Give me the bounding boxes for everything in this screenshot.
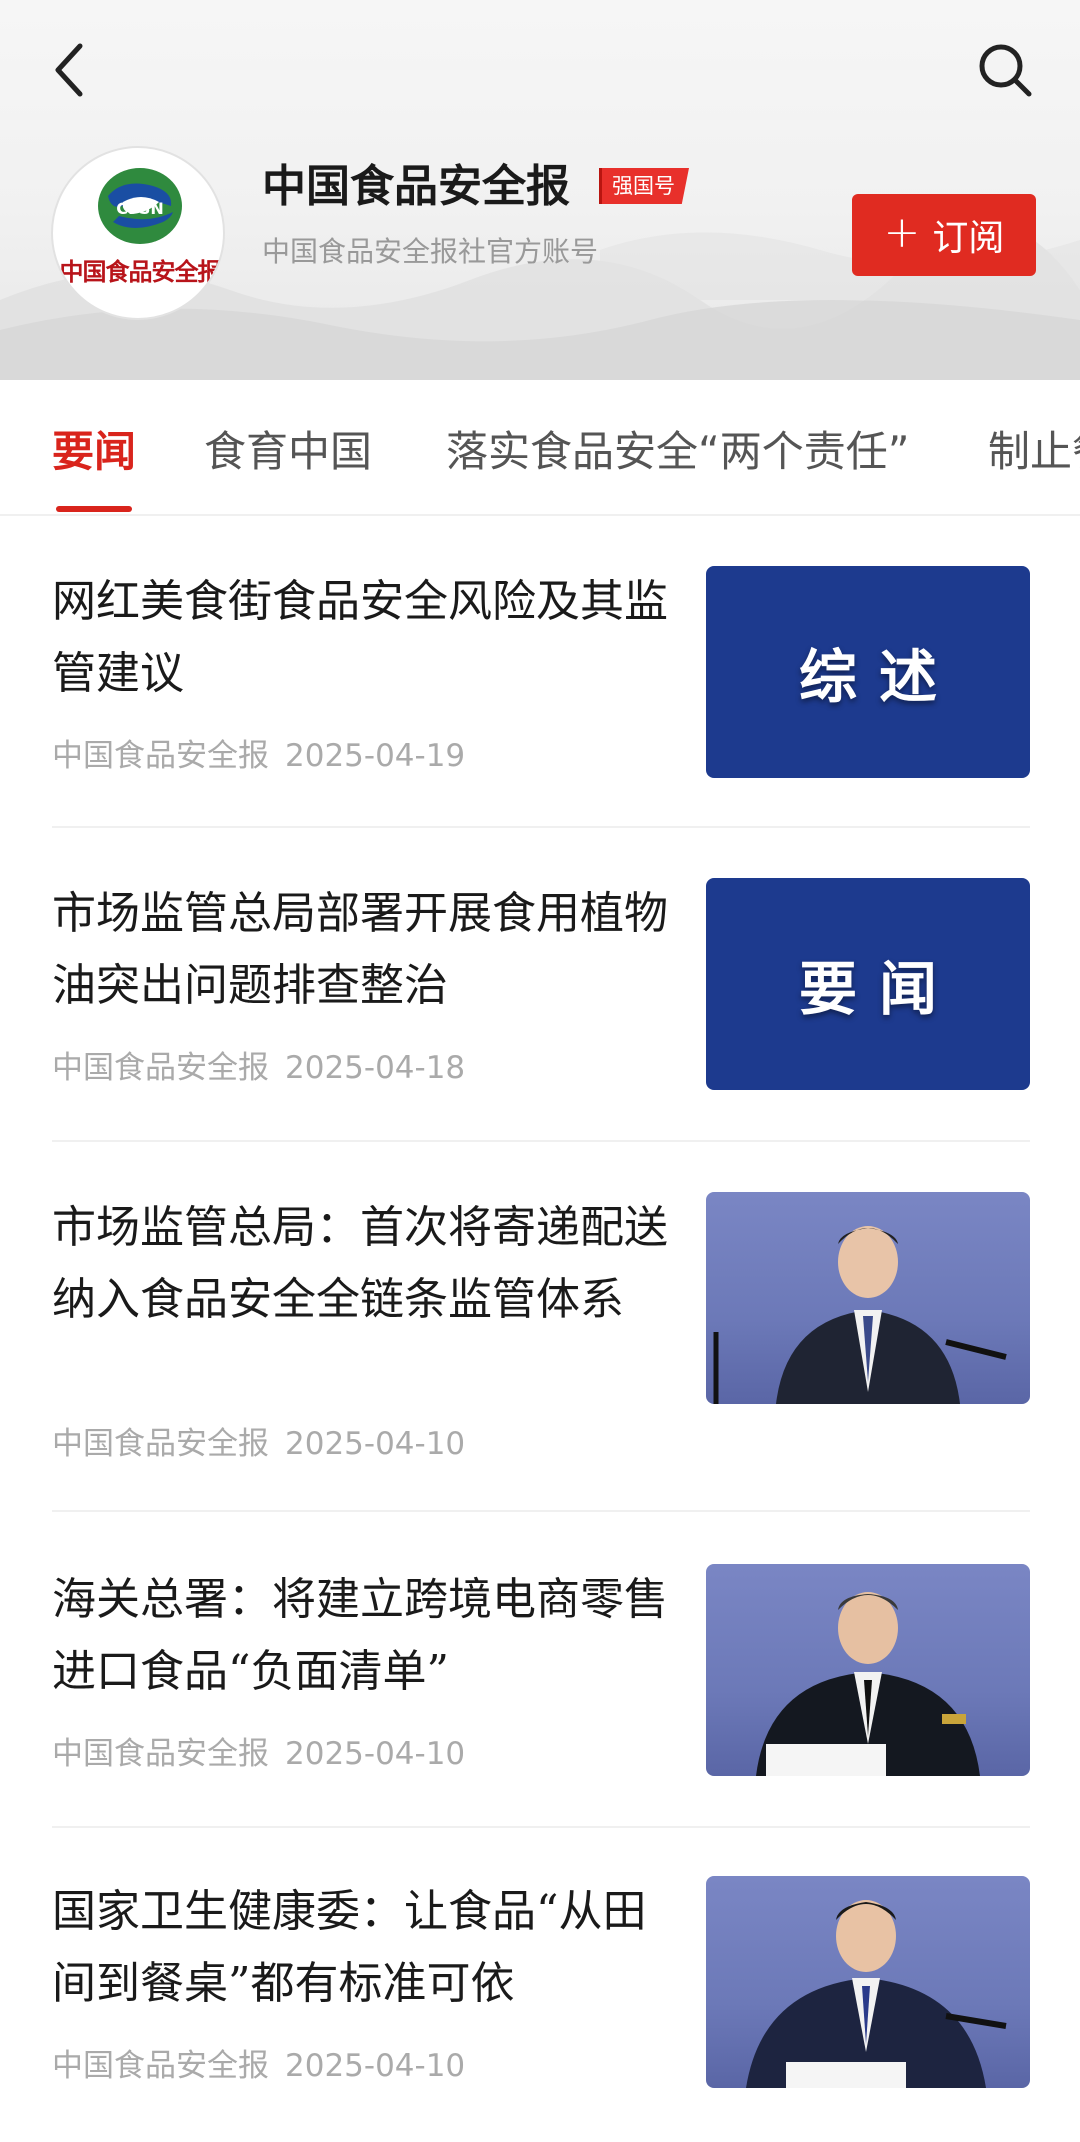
- active-tab-indicator: [56, 506, 132, 512]
- account-name: 中国食品安全报: [262, 161, 570, 212]
- news-source: 中国食品安全报: [52, 2048, 269, 2084]
- news-thumbnail[interactable]: 综述: [706, 566, 1030, 778]
- chevron-left-icon: [55, 43, 83, 97]
- news-meta: 中国食品安全报 2025-04-10: [52, 1728, 465, 1773]
- news-item[interactable]: 国家卫生健康委：让食品“从田间到餐桌”都有标准可依 中国食品安全报 2025-04…: [52, 1876, 1030, 2088]
- back-button[interactable]: [40, 30, 100, 110]
- news-title[interactable]: 国家卫生健康委：让食品“从田间到餐桌”都有标准可依: [52, 1876, 672, 2020]
- tab-zhizhi-canyin[interactable]: 制止餐: [988, 418, 1080, 479]
- news-title[interactable]: 网红美食街食品安全风险及其监管建议: [52, 566, 672, 710]
- tab-liangge-zeren[interactable]: 落实食品安全“两个责任”: [446, 418, 910, 479]
- news-source: 中国食品安全报: [52, 1050, 269, 1086]
- press-conference-photo: [713, 1226, 1007, 1404]
- search-icon: [979, 44, 1032, 97]
- news-title[interactable]: 市场监管总局部署开展食用植物油突出问题排查整治: [52, 878, 672, 1022]
- tab-yaowen[interactable]: 要闻: [52, 418, 136, 479]
- press-conference-photo: [746, 1900, 1007, 2088]
- news-source: 中国食品安全报: [52, 1736, 269, 1772]
- account-badge: 强国号: [599, 168, 689, 204]
- news-date: 2025-04-10: [285, 2048, 466, 2084]
- news-date: 2025-04-19: [285, 738, 466, 774]
- subscribe-button[interactable]: + 订阅: [852, 194, 1036, 276]
- news-date: 2025-04-10: [285, 1736, 466, 1772]
- subscribe-label: 订阅: [932, 218, 1005, 259]
- logo-abbr: CFSN: [116, 199, 164, 218]
- news-thumbnail[interactable]: [706, 1876, 1030, 2088]
- news-title[interactable]: 市场监管总局：首次将寄递配送纳入食品安全全链条监管体系: [52, 1192, 672, 1336]
- plus-icon: +: [883, 207, 921, 258]
- divider: [52, 1140, 1030, 1142]
- news-title[interactable]: 海关总署：将建立跨境电商零售进口食品“负面清单”: [52, 1564, 672, 1708]
- press-conference-photo: [756, 1592, 980, 1776]
- account-header: CFSN 中国食品安全报 中国食品安全报 强国号 中国食品安全报社官方账号 + …: [0, 0, 1080, 380]
- divider: [52, 1510, 1030, 1512]
- news-item[interactable]: 网红美食街食品安全风险及其监管建议 中国食品安全报 2025-04-19 综述: [52, 566, 1030, 778]
- news-meta: 中国食品安全报 2025-04-10: [52, 1418, 465, 1463]
- account-logo: CFSN 中国食品安全报: [51, 146, 225, 320]
- news-thumbnail[interactable]: 要闻: [706, 878, 1030, 1090]
- news-date: 2025-04-18: [285, 1050, 466, 1086]
- news-meta: 中国食品安全报 2025-04-10: [52, 2040, 465, 2085]
- account-description: 中国食品安全报社官方账号: [262, 235, 599, 268]
- news-meta: 中国食品安全报 2025-04-18: [52, 1042, 465, 1087]
- news-thumbnail[interactable]: [706, 1564, 1030, 1776]
- thumbnail-text: 要闻: [798, 955, 959, 1023]
- news-date: 2025-04-10: [285, 1426, 466, 1462]
- divider: [52, 1826, 1030, 1828]
- thumbnail-text: 综述: [798, 643, 959, 711]
- news-thumbnail[interactable]: [706, 1192, 1030, 1404]
- search-button[interactable]: [970, 30, 1040, 110]
- news-item[interactable]: 市场监管总局：首次将寄递配送纳入食品安全全链条监管体系 中国食品安全报 2025-…: [52, 1192, 1030, 1462]
- tab-shiyu-zhongguo[interactable]: 食育中国: [204, 418, 372, 479]
- logo-text: 中国食品安全报: [59, 257, 222, 286]
- news-source: 中国食品安全报: [52, 1426, 269, 1462]
- news-item[interactable]: 市场监管总局部署开展食用植物油突出问题排查整治 中国食品安全报 2025-04-1…: [52, 878, 1030, 1090]
- divider: [52, 826, 1030, 828]
- news-item[interactable]: 海关总署：将建立跨境电商零售进口食品“负面清单” 中国食品安全报 2025-04-…: [52, 1564, 1030, 1776]
- news-meta: 中国食品安全报 2025-04-19: [52, 730, 465, 775]
- channel-tabs: 要闻 食育中国 落实食品安全“两个责任” 制止餐: [0, 380, 1080, 516]
- news-source: 中国食品安全报: [52, 738, 269, 774]
